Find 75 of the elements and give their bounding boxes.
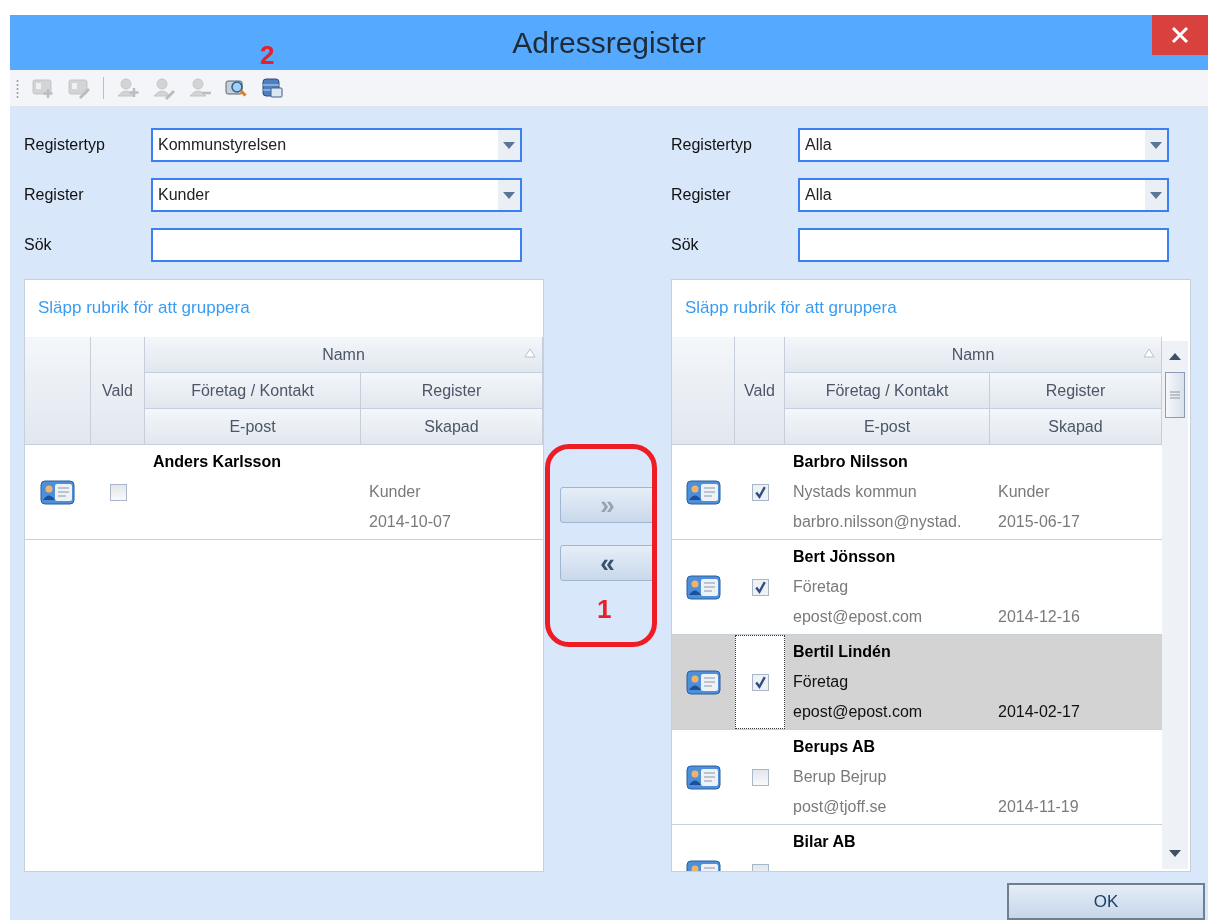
field-label: Register	[24, 186, 85, 204]
contact-card-icon	[685, 478, 722, 506]
column-header[interactable]: Register	[361, 373, 543, 409]
checkbox[interactable]	[109, 483, 127, 501]
field-label: Register	[671, 186, 732, 204]
dropdown[interactable]: Kommunstyrelsen	[151, 128, 522, 162]
annotation-number: 2	[260, 40, 275, 71]
scroll-up-icon[interactable]	[1169, 353, 1181, 360]
contact-name: Bertil Lindén	[792, 643, 892, 661]
field-label: Sök	[24, 236, 53, 254]
contact-name: Berups AB	[792, 738, 877, 756]
contact-card-icon	[685, 668, 722, 696]
table-row[interactable]: Bertil Lindén Företag epost@epost.com 2014-02-17	[672, 635, 1162, 730]
company-text: Företag	[792, 673, 850, 691]
company-text: Nystads kommun	[792, 483, 918, 501]
dropdown[interactable]: Kunder	[151, 178, 522, 212]
window-title: Adressregister	[512, 25, 706, 60]
toolbar-grip[interactable]	[16, 77, 19, 100]
date-text: 2014-10-07	[368, 513, 452, 531]
register-text: Kunder	[368, 483, 422, 501]
field-label: Registertyp	[24, 136, 106, 154]
column-header[interactable]: Vald	[91, 337, 145, 445]
column-header[interactable]: Företag / Kontakt	[785, 373, 990, 409]
column-header[interactable]: Företag / Kontakt	[145, 373, 361, 409]
register-text: Kunder	[997, 483, 1051, 501]
column-header[interactable]: E-post	[785, 409, 990, 445]
caret-icon	[1150, 141, 1162, 149]
column-header[interactable]: Register	[990, 373, 1162, 409]
caret-icon	[503, 191, 515, 199]
company-text: Berup Bejrup	[792, 768, 888, 786]
field-label: Sök	[671, 236, 700, 254]
scroll-thumb[interactable]	[1165, 372, 1185, 418]
email-text: epost@epost.com	[792, 703, 924, 721]
date-text: 2014-12-16	[997, 608, 1081, 626]
column-header[interactable]	[25, 337, 91, 445]
email-text: post@tjoff.se	[792, 798, 888, 816]
checkbox[interactable]	[751, 768, 769, 786]
contact-name: Bilar AB	[792, 833, 857, 851]
email-text: epost@epost.com	[792, 608, 924, 626]
checkbox[interactable]	[751, 578, 769, 596]
contact-name: Bert Jönsson	[792, 548, 897, 566]
dropdown[interactable]: Alla	[798, 178, 1169, 212]
caret-icon	[503, 141, 515, 149]
column-header[interactable]: Namn	[785, 337, 1162, 373]
contact-card-icon	[40, 478, 76, 506]
column-header[interactable]: E-post	[145, 409, 361, 445]
group-hint: Släpp rubrik för att gruppera	[37, 297, 251, 319]
dropdown[interactable]: Alla	[798, 128, 1169, 162]
contact-name: Barbro Nilsson	[792, 453, 909, 471]
column-header[interactable]: Skapad	[990, 409, 1162, 445]
caret-icon	[1150, 191, 1162, 199]
column-header[interactable]: Namn	[145, 337, 543, 373]
column-header[interactable]: Skapad	[361, 409, 543, 445]
close-button[interactable]	[1152, 15, 1208, 55]
contact-card-icon	[685, 573, 722, 601]
scrollbar[interactable]	[1162, 341, 1188, 869]
search-field[interactable]	[798, 228, 1169, 262]
column-header[interactable]	[672, 337, 735, 445]
ok-button[interactable]: OK	[1007, 883, 1205, 920]
column-header[interactable]: Vald	[735, 337, 785, 445]
company-text: Företag	[792, 578, 850, 596]
date-text: 2014-11-19	[997, 798, 1080, 816]
contact-name: Anders Karlsson	[152, 453, 283, 471]
date-text: 2015-06-17	[997, 513, 1081, 531]
email-text: barbro.nilsson@nystad.	[792, 513, 963, 531]
scroll-down-icon[interactable]	[1169, 850, 1181, 857]
field-label: Registertyp	[671, 136, 753, 154]
checkbox[interactable]	[751, 673, 769, 691]
date-text: 2014-02-17	[997, 703, 1081, 721]
database-icon[interactable]	[260, 76, 284, 101]
group-hint: Släpp rubrik för att gruppera	[684, 297, 898, 319]
contact-card-icon	[685, 763, 722, 791]
annotation-number: 1	[597, 594, 612, 625]
checkbox[interactable]	[751, 483, 769, 501]
search-field[interactable]	[151, 228, 522, 262]
